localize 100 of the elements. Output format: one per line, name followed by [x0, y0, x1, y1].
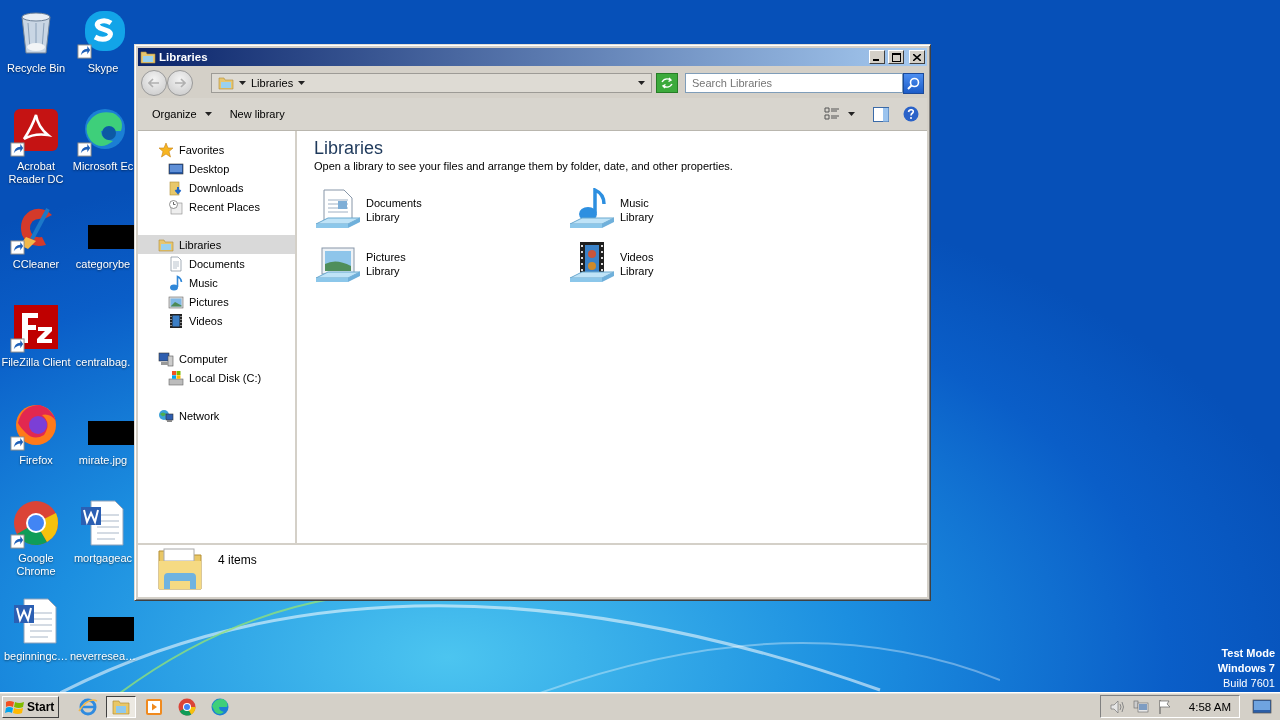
document-icon	[168, 255, 184, 272]
library-folder-icon	[140, 49, 156, 65]
search-field[interactable]: Search Libraries	[685, 73, 904, 93]
folder-download-icon	[168, 179, 184, 196]
caret-icon	[848, 112, 855, 116]
desktop-icon-label[interactable]: Acrobat Reader DC	[0, 160, 72, 186]
document-icon	[12, 597, 60, 645]
desktop-icon-label[interactable]: Firefox	[19, 454, 53, 467]
close-button[interactable]	[909, 50, 925, 64]
address-bar[interactable]: Libraries	[211, 73, 653, 93]
nav-item[interactable]: Network	[138, 406, 295, 425]
desktop-icon-label[interactable]: Skype	[87, 62, 119, 75]
toolbar-button[interactable]: New library	[223, 105, 291, 123]
network-status-icon	[1132, 698, 1149, 715]
library-type: Library	[366, 264, 401, 278]
nav-item[interactable]: Pictures	[138, 292, 295, 311]
library-name: Music	[620, 196, 650, 210]
clock[interactable]: 4:58 AM	[1188, 700, 1231, 713]
library-folder-icon	[218, 75, 234, 91]
search-icon	[907, 76, 921, 90]
library-item[interactable]: Pictures Library	[314, 242, 568, 286]
help-button[interactable]	[903, 106, 919, 122]
view-list-icon	[824, 106, 840, 122]
preview-pane-button[interactable]	[873, 106, 889, 122]
forward-arrow-icon	[174, 78, 186, 88]
transfer-app-icon	[12, 303, 60, 351]
pane-icon	[873, 106, 889, 122]
refresh-button[interactable]	[656, 73, 678, 93]
window-title: Libraries	[159, 51, 209, 63]
desktop-icon-label[interactable]: CCleaner	[12, 258, 60, 271]
browser-icon	[177, 696, 198, 717]
view-dropdown-button[interactable]	[848, 112, 855, 116]
music-note-icon	[168, 274, 184, 291]
library-name: Pictures	[366, 250, 406, 264]
maximize-icon	[891, 52, 901, 62]
nav-item[interactable]: Libraries	[138, 235, 295, 254]
view-options-button[interactable]	[824, 106, 840, 122]
caret-icon	[239, 81, 246, 85]
browser-shortcut-icon	[12, 499, 60, 547]
taskbar-app-button[interactable]	[106, 695, 137, 718]
nav-item[interactable]: Documents	[138, 254, 295, 273]
show-desktop-button[interactable]	[1252, 698, 1272, 715]
breadcrumb[interactable]: Libraries	[251, 77, 294, 89]
toolbar-button[interactable]: Organize	[146, 105, 218, 123]
computer-icon	[158, 350, 174, 367]
browser-icon	[78, 696, 99, 717]
back-arrow-icon	[148, 78, 160, 88]
page-heading: Libraries	[314, 137, 385, 159]
desktop-icon-label[interactable]: centralbag.	[75, 356, 131, 369]
os-notice-text: Test Mode	[1221, 646, 1275, 661]
nav-item[interactable]: Computer	[138, 349, 295, 368]
nav-item[interactable]: Videos	[138, 311, 295, 330]
maximize-button[interactable]	[888, 50, 904, 64]
document-icon	[79, 499, 127, 547]
desktop-icon-label[interactable]: categorybe	[75, 258, 131, 271]
redacted-thumbnail	[88, 225, 134, 249]
library-item[interactable]: Documents Library	[314, 188, 568, 232]
desktop-icon-label[interactable]: Recycle Bin	[6, 62, 66, 75]
library-type: Library	[620, 210, 654, 224]
desktop-icon-label[interactable]: mirate.jpg	[78, 454, 128, 467]
film-strip-icon	[168, 312, 184, 329]
windows-logo-icon	[5, 698, 25, 715]
nav-item[interactable]: Recent Places	[138, 197, 295, 216]
star-icon	[158, 141, 174, 158]
minimize-button[interactable]	[869, 50, 885, 64]
item-count: 4 items	[218, 553, 257, 567]
picture-icon	[168, 293, 184, 310]
monitor-icon	[168, 160, 184, 177]
desktop-icon	[1252, 698, 1272, 715]
os-notice-text: Build 7601	[1223, 676, 1275, 691]
media-player-icon	[144, 696, 165, 717]
search-button[interactable]	[903, 72, 924, 94]
recent-places-icon	[168, 198, 184, 215]
redacted-thumbnail	[88, 617, 134, 641]
network-icon	[158, 407, 174, 424]
library-name: Documents	[366, 196, 422, 210]
flag-icon	[1156, 698, 1173, 715]
description-text: Open a library to see your files and arrange them by folder, date, and other properties.	[314, 160, 734, 172]
desktop-icon-label[interactable]: Google Chrome	[0, 552, 72, 578]
nav-item[interactable]: Music	[138, 273, 295, 292]
library-folder-icon	[158, 236, 174, 253]
os-notice-text: Windows 7	[1217, 661, 1275, 676]
caret-icon	[638, 81, 646, 85]
library-name: Videos	[620, 250, 654, 264]
library-type: Library	[620, 264, 654, 278]
desktop-icon-label[interactable]: beginningc…	[3, 650, 69, 663]
start-button[interactable]: Start	[2, 695, 60, 718]
library-item[interactable]: Music Library	[568, 188, 822, 232]
browser-icon	[210, 696, 231, 717]
refresh-icon	[660, 77, 675, 89]
help-icon	[903, 106, 919, 122]
desktop-icon-label[interactable]: Microsoft Ec	[72, 160, 134, 173]
redacted-thumbnail	[88, 421, 134, 445]
library-item[interactable]: Videos Library	[568, 242, 822, 286]
desktop-icon-label[interactable]: FileZilla Client	[1, 356, 71, 369]
nav-item[interactable]: Favorites	[138, 140, 295, 159]
nav-item[interactable]: Downloads	[138, 178, 295, 197]
nav-item[interactable]: Local Disk (C:)	[138, 368, 295, 387]
caret-icon	[298, 81, 306, 85]
nav-item[interactable]: Desktop	[138, 159, 295, 178]
